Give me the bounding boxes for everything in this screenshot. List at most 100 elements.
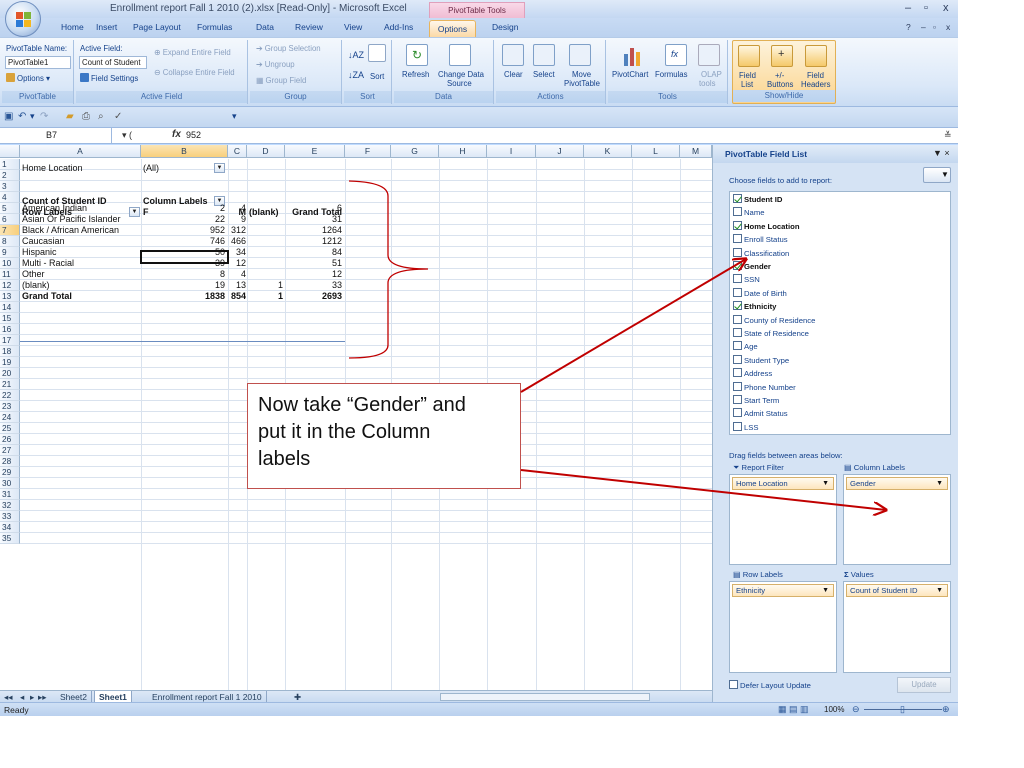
row-header[interactable]: 22 [0,390,20,401]
column-header-i[interactable]: I [487,145,536,158]
clear-button[interactable]: Clear [504,70,523,79]
ribbon-close-button[interactable]: x [946,22,950,32]
tab-page-layout[interactable]: Page Layout [133,22,181,32]
field-list-menu-icon[interactable]: ▼ × [933,148,950,158]
row-header[interactable]: 27 [0,445,20,456]
field-lss[interactable]: LSS [733,421,759,434]
row-header[interactable]: 34 [0,522,20,533]
field-start-term[interactable]: Start Term [733,395,779,407]
field-checkbox[interactable] [733,274,742,284]
row-labels-chip[interactable]: Ethnicity ▼ [732,584,834,597]
field-gender[interactable]: Gender [733,261,771,273]
field-checkbox[interactable] [733,395,742,404]
ribbon-minimize-button[interactable]: – [921,22,926,32]
row-header[interactable]: 2 [0,170,20,181]
field-checkbox[interactable] [733,354,742,364]
tab-home[interactable]: Home [61,22,84,32]
tab-add-ins[interactable]: Add-Ins [384,22,413,32]
field-home-location[interactable]: Home Location [733,220,800,233]
filter-dropdown-icon[interactable]: ▼ [214,163,225,173]
row-labels-area[interactable]: Ethnicity ▼ [729,581,837,673]
formula-input[interactable]: 952 [186,130,201,140]
column-labels-chip[interactable]: Gender ▼ [846,477,948,490]
row-header[interactable]: 7 [0,225,20,236]
group-field-button[interactable]: ▦ Group Field [256,76,306,85]
sort-za-icon[interactable]: ↓ZA [348,70,364,80]
field-checkbox[interactable] [733,314,742,324]
tab-options[interactable]: Options [429,20,476,37]
change-data-source-button[interactable]: Change Data [438,70,484,79]
zoom-out-icon[interactable]: ⊖ [852,704,860,715]
field-checkbox[interactable] [733,408,742,418]
row-header[interactable]: 26 [0,434,20,445]
sort-az-icon[interactable]: ↓AZ [348,50,364,60]
tab-insert[interactable]: Insert [96,22,117,32]
active-cell-b7[interactable] [140,250,229,264]
row-header[interactable]: 30 [0,478,20,489]
tab-view[interactable]: View [344,22,362,32]
row-header[interactable]: 8 [0,236,20,247]
save-icon[interactable]: ▣ [4,111,13,122]
field-name[interactable]: Name [733,207,765,219]
refresh-button[interactable]: Refresh [402,70,429,79]
row-header[interactable]: 33 [0,511,20,522]
name-box[interactable]: B7 [0,128,112,143]
horizontal-scrollbar[interactable] [440,693,650,701]
row-header[interactable]: 35 [0,533,20,544]
defer-layout-update-checkbox[interactable]: Defer Layout Update [729,680,811,692]
tab-data[interactable]: Data [256,22,274,32]
ribbon-restore-button[interactable]: ▫ [933,22,936,32]
print-preview-icon[interactable]: ⌕ [98,111,104,122]
column-header-j[interactable]: J [536,145,584,158]
field-state-of-residence[interactable]: State of Residence [733,328,809,340]
column-header-f[interactable]: F [345,145,391,158]
insert-function-icon[interactable]: fx [172,129,181,140]
field-ssn[interactable]: SSN [733,274,760,286]
zoom-slider-thumb-icon[interactable]: ▯ [900,704,905,715]
redo-icon[interactable]: ↷ [40,111,48,122]
active-field-input[interactable]: Count of Student [79,56,147,69]
field-ethnicity[interactable]: Ethnicity [733,301,776,313]
pivotchart-button[interactable]: PivotChart [612,70,648,79]
row-header[interactable]: 32 [0,500,20,511]
select-all-corner[interactable] [0,145,20,158]
minimize-button[interactable]: – [905,2,911,14]
field-checkbox[interactable] [733,368,742,378]
field-checkbox[interactable] [733,381,742,391]
field-checkbox[interactable] [733,234,742,244]
field-admit-status[interactable]: Admit Status [733,408,788,420]
row-header[interactable]: 12 [0,280,20,291]
field-address[interactable]: Address [733,368,772,380]
column-header-b[interactable]: B [141,145,228,158]
row-header[interactable]: 21 [0,379,20,390]
view-buttons-icon[interactable]: ▦ ▤ ▥ [778,704,809,715]
row-header[interactable]: 15 [0,313,20,324]
row-header[interactable]: 23 [0,401,20,412]
move-pivottable-button[interactable]: Move [572,70,591,79]
column-header-e[interactable]: E [285,145,345,158]
field-settings-button[interactable]: Field Settings [80,73,138,83]
options-button[interactable]: Options ▾ [6,73,50,83]
print-icon[interactable]: ⎙ [82,111,90,122]
buttons-toggle[interactable]: +/- [775,71,784,80]
pivottable-name-input[interactable]: PivotTable1 [5,56,71,69]
row-header[interactable]: 1 [0,159,20,170]
row-header[interactable]: 13 [0,291,20,302]
row-header[interactable]: 9 [0,247,20,258]
field-date-of-birth[interactable]: Date of Birth [733,287,787,300]
field-phone-number[interactable]: Phone Number [733,381,796,394]
values-chip[interactable]: Count of Student ID ▼ [846,584,948,597]
field-list-button[interactable]: Field [739,71,756,80]
close-button[interactable]: x [943,2,949,14]
column-header-m[interactable]: M [680,145,712,158]
row-header[interactable]: 11 [0,269,20,280]
values-area[interactable]: Count of Student ID ▼ [843,581,951,673]
group-selection-button[interactable]: ➔ Group Selection [256,44,321,53]
column-header-k[interactable]: K [584,145,632,158]
row-header[interactable]: 10 [0,258,20,269]
field-classification[interactable]: Classification [733,247,789,260]
row-header[interactable]: 3 [0,181,20,192]
ungroup-button[interactable]: ➔ Ungroup [256,60,295,69]
spelling-icon[interactable]: ✓ [114,111,122,122]
field-checkbox[interactable] [733,287,742,297]
